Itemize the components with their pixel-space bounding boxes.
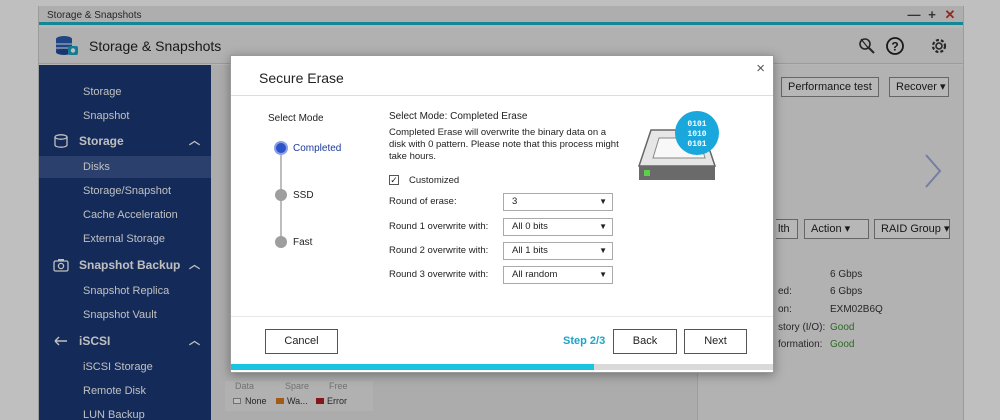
round-3-label: Round 3 overwrite with: [389,269,489,280]
wizard-progress-bar [231,364,773,370]
progress-fill [231,364,595,370]
footer-divider [231,316,773,317]
next-button[interactable]: Next [684,329,747,354]
round-of-erase-label: Round of erase: [389,196,457,207]
bits-line-2: 1010 [687,130,706,139]
round-2-label: Round 2 overwrite with: [389,245,489,256]
secure-erase-dialog: Secure Erase × Select Mode Completed SSD… [230,55,774,373]
cancel-button[interactable]: Cancel [265,329,338,354]
back-button[interactable]: Back [613,329,677,354]
mode-description: Completed Erase will overwrite the binar… [389,127,619,162]
step-label-ssd[interactable]: SSD [293,190,314,201]
step-dot-completed[interactable] [274,141,288,155]
dropdown-arrow-icon: ▼ [599,197,607,206]
close-icon[interactable]: × [756,60,765,77]
select-value: All random [512,269,558,280]
mode-title: Select Mode: Completed Erase [389,111,528,122]
dropdown-arrow-icon: ▼ [599,246,607,255]
bits-line-3: 0101 [687,140,706,149]
customized-label: Customized [409,175,460,186]
select-value: All 1 bits [512,245,548,256]
round-3-select[interactable]: All random ▼ [503,266,613,284]
step-list: Select Mode [231,97,371,317]
step-label-completed[interactable]: Completed [293,143,341,154]
dropdown-arrow-icon: ▼ [599,270,607,279]
step-dot-ssd[interactable] [275,189,287,201]
select-value: 3 [512,196,518,207]
checkbox-checked-icon: ✓ [389,175,399,185]
disk-erase-illustration: 0101 1010 0101 [637,111,719,180]
round-of-erase-select[interactable]: 3 ▼ [503,193,613,211]
dialog-header: Secure Erase × [231,56,773,96]
round-1-label: Round 1 overwrite with: [389,221,489,232]
round-2-select[interactable]: All 1 bits ▼ [503,242,613,260]
customized-checkbox[interactable]: ✓ Customized [389,174,509,188]
step-indicator: Step 2/3 [563,335,606,347]
bits-line-1: 0101 [687,120,706,129]
step-label-fast[interactable]: Fast [293,237,312,248]
step-dot-fast[interactable] [275,236,287,248]
steps-title: Select Mode [268,113,324,124]
select-value: All 0 bits [512,221,548,232]
round-1-select[interactable]: All 0 bits ▼ [503,218,613,236]
dropdown-arrow-icon: ▼ [599,222,607,231]
dialog-title: Secure Erase [259,70,344,86]
